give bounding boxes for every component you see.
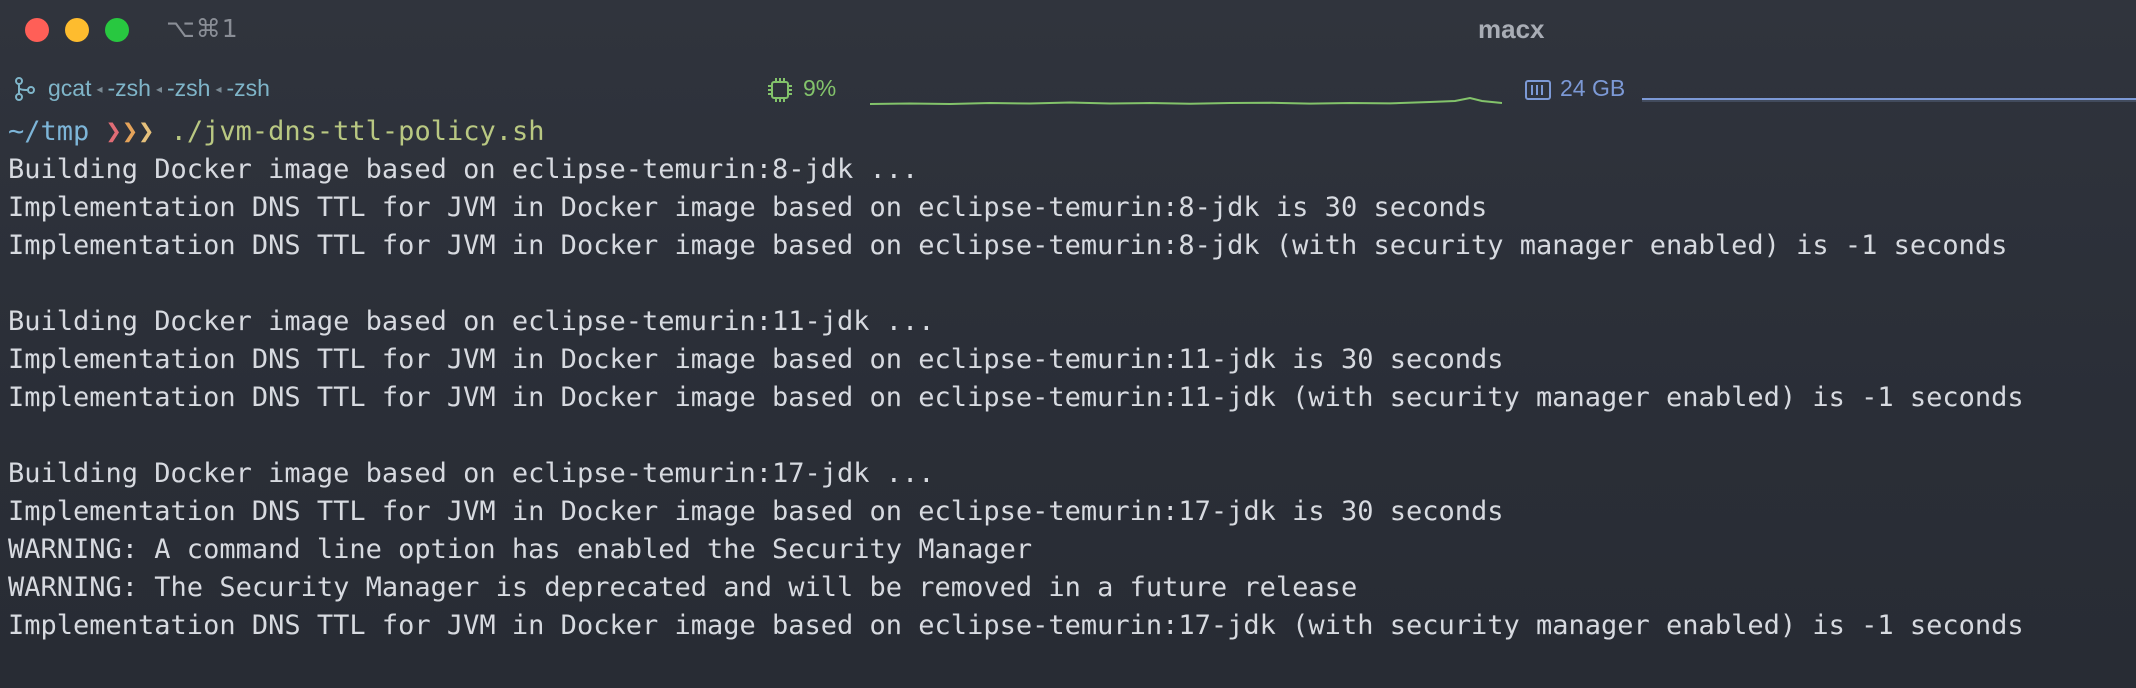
output-line: Building Docker image based on eclipse-t… (8, 306, 935, 337)
tab-shortcut-label: ⌥⌘1 (166, 14, 239, 43)
prompt-arrow-icon: ❯ (121, 116, 139, 147)
window-title: macx (1478, 14, 1545, 44)
output-line: WARNING: The Security Manager is depreca… (8, 572, 1358, 603)
job-separator: ◂ (215, 82, 222, 96)
output-line: Implementation DNS TTL for JVM in Docker… (8, 496, 1504, 527)
zoom-button[interactable] (105, 18, 129, 42)
memory-usage-graph (1642, 98, 2136, 102)
minimize-button[interactable] (65, 18, 89, 42)
output-line: Implementation DNS TTL for JVM in Docker… (8, 382, 2024, 413)
cpu-icon (768, 78, 792, 102)
terminal-window: ⌥⌘1 macx gcat ◂ -zsh ◂ -zsh ◂ -zsh 9% 24 GB (0, 0, 2136, 688)
job-item[interactable]: -zsh (108, 75, 151, 101)
prompt-arrow-icon: ❯ (105, 116, 122, 147)
job-item[interactable]: gcat (48, 75, 91, 101)
cpu-usage-graph (870, 96, 1502, 106)
close-button[interactable] (25, 18, 49, 42)
job-item[interactable]: -zsh (167, 75, 210, 101)
job-chain: gcat ◂ -zsh ◂ -zsh ◂ -zsh (48, 75, 270, 102)
job-separator: ◂ (96, 82, 103, 96)
memory-usage-value: 24 GB (1560, 75, 1626, 101)
title-bar: ⌥⌘1 macx (0, 0, 2136, 60)
memory-icon (1525, 80, 1551, 100)
output-line: Building Docker image based on eclipse-t… (8, 458, 935, 489)
output-line: Building Docker image based on eclipse-t… (8, 154, 919, 185)
job-tree-icon (15, 77, 35, 101)
prompt-arrow-icon: ❯ (138, 116, 155, 147)
job-separator: ◂ (155, 82, 162, 96)
output-line: Implementation DNS TTL for JVM in Docker… (8, 192, 1488, 223)
output-line: WARNING: A command line option has enabl… (8, 534, 1033, 565)
status-bar: gcat ◂ -zsh ◂ -zsh ◂ -zsh 9% 24 GB (0, 70, 2136, 110)
output-line: Implementation DNS TTL for JVM in Docker… (8, 610, 2024, 641)
prompt-command: ./jvm-dns-ttl-policy.sh (170, 116, 545, 147)
prompt-directory: ~/tmp (8, 116, 90, 147)
job-item[interactable]: -zsh (226, 75, 269, 101)
cpu-usage-value: 9% (803, 75, 837, 101)
terminal-output[interactable]: ~/tmp ❯❯❯ ./jvm-dns-ttl-policy.sh Buildi… (8, 113, 2128, 645)
output-line: Implementation DNS TTL for JVM in Docker… (8, 344, 1504, 375)
output-line: Implementation DNS TTL for JVM in Docker… (8, 230, 2008, 261)
prompt-line: ~/tmp ❯❯❯ ./jvm-dns-ttl-policy.sh (8, 113, 2128, 151)
